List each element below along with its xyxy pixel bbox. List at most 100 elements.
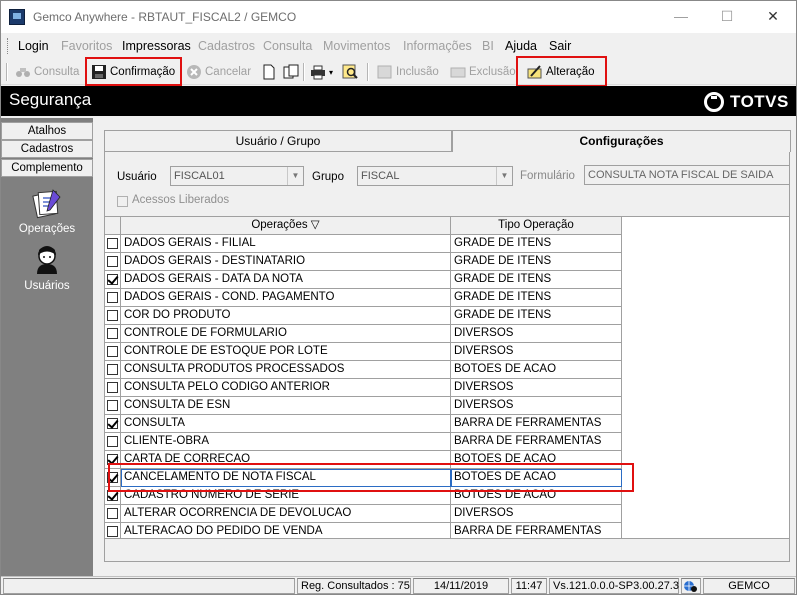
row-checkbox[interactable] (107, 400, 118, 411)
row-checkbox[interactable] (107, 238, 118, 249)
exclusao-button[interactable]: Exclusão (450, 61, 516, 83)
alteracao-button[interactable]: Alteração (527, 61, 595, 83)
row-checkbox[interactable] (107, 490, 118, 501)
row-checkbox[interactable] (107, 436, 118, 447)
operation-cell[interactable]: CONSULTA PELO CODIGO ANTERIOR (121, 379, 451, 397)
menu-movimentos[interactable]: Movimentos (323, 39, 390, 53)
usuario-select[interactable]: FISCAL01 ▼ (170, 166, 304, 186)
operation-cell[interactable]: DADOS GERAIS - FILIAL (121, 235, 451, 253)
copy-button[interactable] (283, 61, 302, 83)
menu-ajuda[interactable]: Ajuda (505, 39, 537, 53)
row-checkbox[interactable] (107, 364, 118, 375)
operation-type-cell[interactable]: GRADE DE ITENS (451, 235, 622, 253)
table-row[interactable]: CONSULTA DE ESN DIVERSOS (105, 397, 630, 415)
operation-type-cell[interactable]: GRADE DE ITENS (451, 289, 622, 307)
consulta-button[interactable]: Consulta (15, 61, 79, 83)
operation-cell[interactable]: DADOS GERAIS - COND. PAGAMENTO (121, 289, 451, 307)
operation-cell[interactable]: ALTERAR OCORRENCIA DE DEVOLUCAO (121, 505, 451, 523)
operation-type-cell[interactable]: DIVERSOS (451, 379, 622, 397)
operation-type-cell[interactable]: BOTOES DE ACAO (451, 361, 622, 379)
print-button[interactable]: ▾ (310, 61, 333, 83)
table-row[interactable]: CONSULTA PRODUTOS PROCESSADOS BOTOES DE A… (105, 361, 630, 379)
operation-cell[interactable]: CARTA DE CORRECAO (121, 451, 451, 469)
operation-type-cell[interactable]: DIVERSOS (451, 505, 622, 523)
menu-bi[interactable]: BI (482, 39, 494, 53)
operation-cell[interactable]: CONTROLE DE FORMULARIO (121, 325, 451, 343)
grupo-dropdown-icon[interactable]: ▼ (496, 167, 512, 185)
operation-type-cell[interactable]: BOTOES DE ACAO (451, 451, 622, 469)
table-row[interactable]: CONSULTA PELO CODIGO ANTERIOR DIVERSOS (105, 379, 630, 397)
minimize-button[interactable]: — (658, 1, 704, 32)
operation-type-cell[interactable]: DIVERSOS (451, 397, 622, 415)
operation-cell[interactable]: CONSULTA DE ESN (121, 397, 451, 415)
new-document-button[interactable] (261, 61, 280, 83)
row-checkbox[interactable] (107, 454, 118, 465)
print-dropdown-icon[interactable]: ▾ (329, 68, 333, 77)
table-row[interactable]: CARTA DE CORRECAO BOTOES DE ACAO (105, 451, 630, 469)
operation-cell[interactable]: CADASTRO NUMERO DE SERIE (121, 487, 451, 505)
row-checkbox[interactable] (107, 346, 118, 357)
maximize-button[interactable]: ☐ (704, 1, 750, 32)
operation-type-cell[interactable]: GRADE DE ITENS (451, 271, 622, 289)
operation-cell[interactable]: CANCELAMENTO DE NOTA FISCAL (121, 469, 451, 487)
row-checkbox[interactable] (107, 418, 118, 429)
operation-cell[interactable]: CONSULTA PRODUTOS PROCESSADOS (121, 361, 451, 379)
operation-cell[interactable]: CLIENTE-OBRA (121, 433, 451, 451)
menu-consulta[interactable]: Consulta (263, 39, 312, 53)
table-row[interactable]: CONTROLE DE ESTOQUE POR LOTE DIVERSOS (105, 343, 630, 361)
operation-type-cell[interactable]: BARRA DE FERRAMENTAS (451, 433, 622, 451)
menu-informacoes[interactable]: Informações (403, 39, 472, 53)
table-row[interactable]: CLIENTE-OBRA BARRA DE FERRAMENTAS (105, 433, 630, 451)
grid-header-tipo[interactable]: Tipo Operação (451, 217, 622, 235)
table-row[interactable]: DADOS GERAIS - DATA DA NOTA GRADE DE ITEN… (105, 271, 630, 289)
row-checkbox[interactable] (107, 328, 118, 339)
table-row[interactable]: CONTROLE DE FORMULARIO DIVERSOS (105, 325, 630, 343)
inclusao-button[interactable]: Inclusão (377, 61, 439, 83)
sidebar-tab-atalhos[interactable]: Atalhos (1, 122, 93, 140)
grid-header-operacoes[interactable]: Operações ▽ (121, 217, 451, 235)
search-button[interactable] (342, 61, 361, 83)
table-row[interactable]: COR DO PRODUTO GRADE DE ITENS (105, 307, 630, 325)
operation-cell[interactable]: DADOS GERAIS - DATA DA NOTA (121, 271, 451, 289)
menu-login[interactable]: Login (18, 39, 49, 53)
table-row[interactable]: CONSULTA BARRA DE FERRAMENTAS (105, 415, 630, 433)
acessos-liberados-checkbox[interactable] (117, 196, 128, 207)
row-checkbox[interactable] (107, 526, 118, 537)
cancelar-button[interactable]: Cancelar (186, 61, 251, 83)
menu-favoritos[interactable]: Favoritos (61, 39, 112, 53)
table-row-selected[interactable]: CANCELAMENTO DE NOTA FISCAL BOTOES DE ACA… (105, 469, 630, 487)
row-checkbox[interactable] (107, 508, 118, 519)
operation-type-cell[interactable]: DIVERSOS (451, 325, 622, 343)
confirmacao-button[interactable]: Confirmação (91, 61, 175, 83)
table-row[interactable]: ALTERACAO DO PEDIDO DE VENDA BARRA DE FER… (105, 523, 630, 538)
table-row[interactable]: CADASTRO NUMERO DE SERIE BOTOES DE ACAO (105, 487, 630, 505)
usuario-dropdown-icon[interactable]: ▼ (287, 167, 303, 185)
operation-cell[interactable]: CONSULTA (121, 415, 451, 433)
table-row[interactable]: ALTERAR OCORRENCIA DE DEVOLUCAO DIVERSOS (105, 505, 630, 523)
row-checkbox[interactable] (107, 256, 118, 267)
grupo-select[interactable]: FISCAL ▼ (357, 166, 513, 186)
operation-cell[interactable]: DADOS GERAIS - DESTINATARIO (121, 253, 451, 271)
operation-type-cell[interactable]: GRADE DE ITENS (451, 307, 622, 325)
sidebar-tab-complemento[interactable]: Complemento (1, 159, 93, 177)
operation-type-cell[interactable]: BOTOES DE ACAO (451, 487, 622, 505)
menu-impressoras[interactable]: Impressoras (122, 39, 191, 53)
operation-cell[interactable]: COR DO PRODUTO (121, 307, 451, 325)
operation-cell[interactable]: CONTROLE DE ESTOQUE POR LOTE (121, 343, 451, 361)
table-row[interactable]: DADOS GERAIS - DESTINATARIO GRADE DE ITEN… (105, 253, 630, 271)
row-checkbox[interactable] (107, 472, 118, 483)
menu-sair[interactable]: Sair (549, 39, 571, 53)
operation-type-cell[interactable]: BARRA DE FERRAMENTAS (451, 523, 622, 538)
operation-type-cell[interactable]: GRADE DE ITENS (451, 253, 622, 271)
tab-configuracoes[interactable]: Configurações (452, 130, 791, 152)
operation-type-cell[interactable]: BARRA DE FERRAMENTAS (451, 415, 622, 433)
menu-cadastros[interactable]: Cadastros (198, 39, 255, 53)
tab-usuario-grupo[interactable]: Usuário / Grupo (104, 130, 452, 152)
row-checkbox[interactable] (107, 382, 118, 393)
sidebar-tab-cadastros[interactable]: Cadastros (1, 140, 93, 158)
operation-type-cell[interactable]: BOTOES DE ACAO (451, 469, 622, 487)
table-row[interactable]: DADOS GERAIS - COND. PAGAMENTO GRADE DE I… (105, 289, 630, 307)
row-checkbox[interactable] (107, 292, 118, 303)
close-button[interactable]: ✕ (750, 1, 796, 32)
table-row[interactable]: DADOS GERAIS - FILIAL GRADE DE ITENS (105, 235, 630, 253)
